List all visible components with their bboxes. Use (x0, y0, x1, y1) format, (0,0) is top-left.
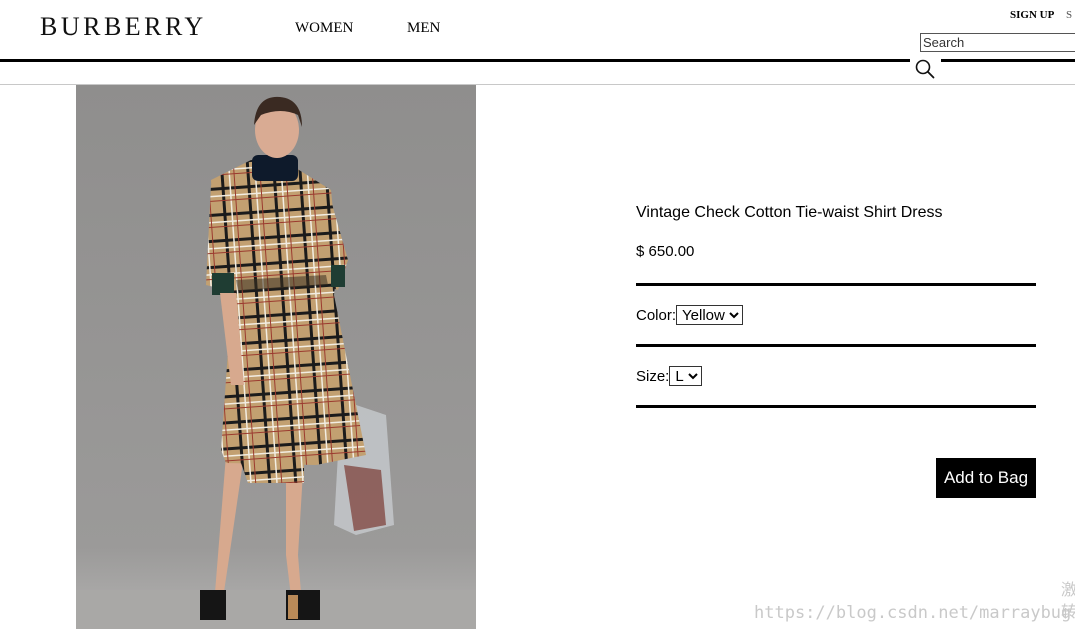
add-to-bag-button[interactable]: Add to Bag (936, 458, 1036, 498)
watermark-url: https://blog.csdn.net/marraybug (754, 603, 1072, 623)
brand-logo[interactable]: BURBERRY (40, 12, 207, 42)
product-title: Vintage Check Cotton Tie-waist Shirt Dre… (636, 204, 943, 221)
search-icon[interactable] (914, 58, 936, 80)
sign-up-link[interactable]: SIGN UP (1010, 9, 1054, 21)
nav-women[interactable]: WOMEN (295, 20, 353, 37)
model-photo (76, 85, 476, 629)
divider-2 (636, 344, 1036, 347)
size-label: Size: (636, 367, 670, 385)
color-option-row: Color: Yellow (636, 305, 744, 325)
product-price: $ 650.00 (636, 243, 695, 260)
header-divider-left (0, 59, 910, 62)
color-label: Color: (636, 306, 677, 324)
color-select[interactable]: Yellow (676, 305, 744, 325)
watermark-side-text: 激转 (1061, 582, 1075, 621)
divider-1 (636, 283, 1036, 286)
header-divider-right (941, 59, 1075, 62)
size-option-row: Size: L (636, 366, 703, 386)
search-input[interactable] (920, 33, 1075, 52)
size-select[interactable]: L (669, 366, 703, 386)
sign-in-link[interactable]: S (1066, 9, 1075, 21)
divider-3 (636, 405, 1036, 408)
product-image (76, 85, 476, 629)
nav-men[interactable]: MEN (407, 20, 440, 37)
